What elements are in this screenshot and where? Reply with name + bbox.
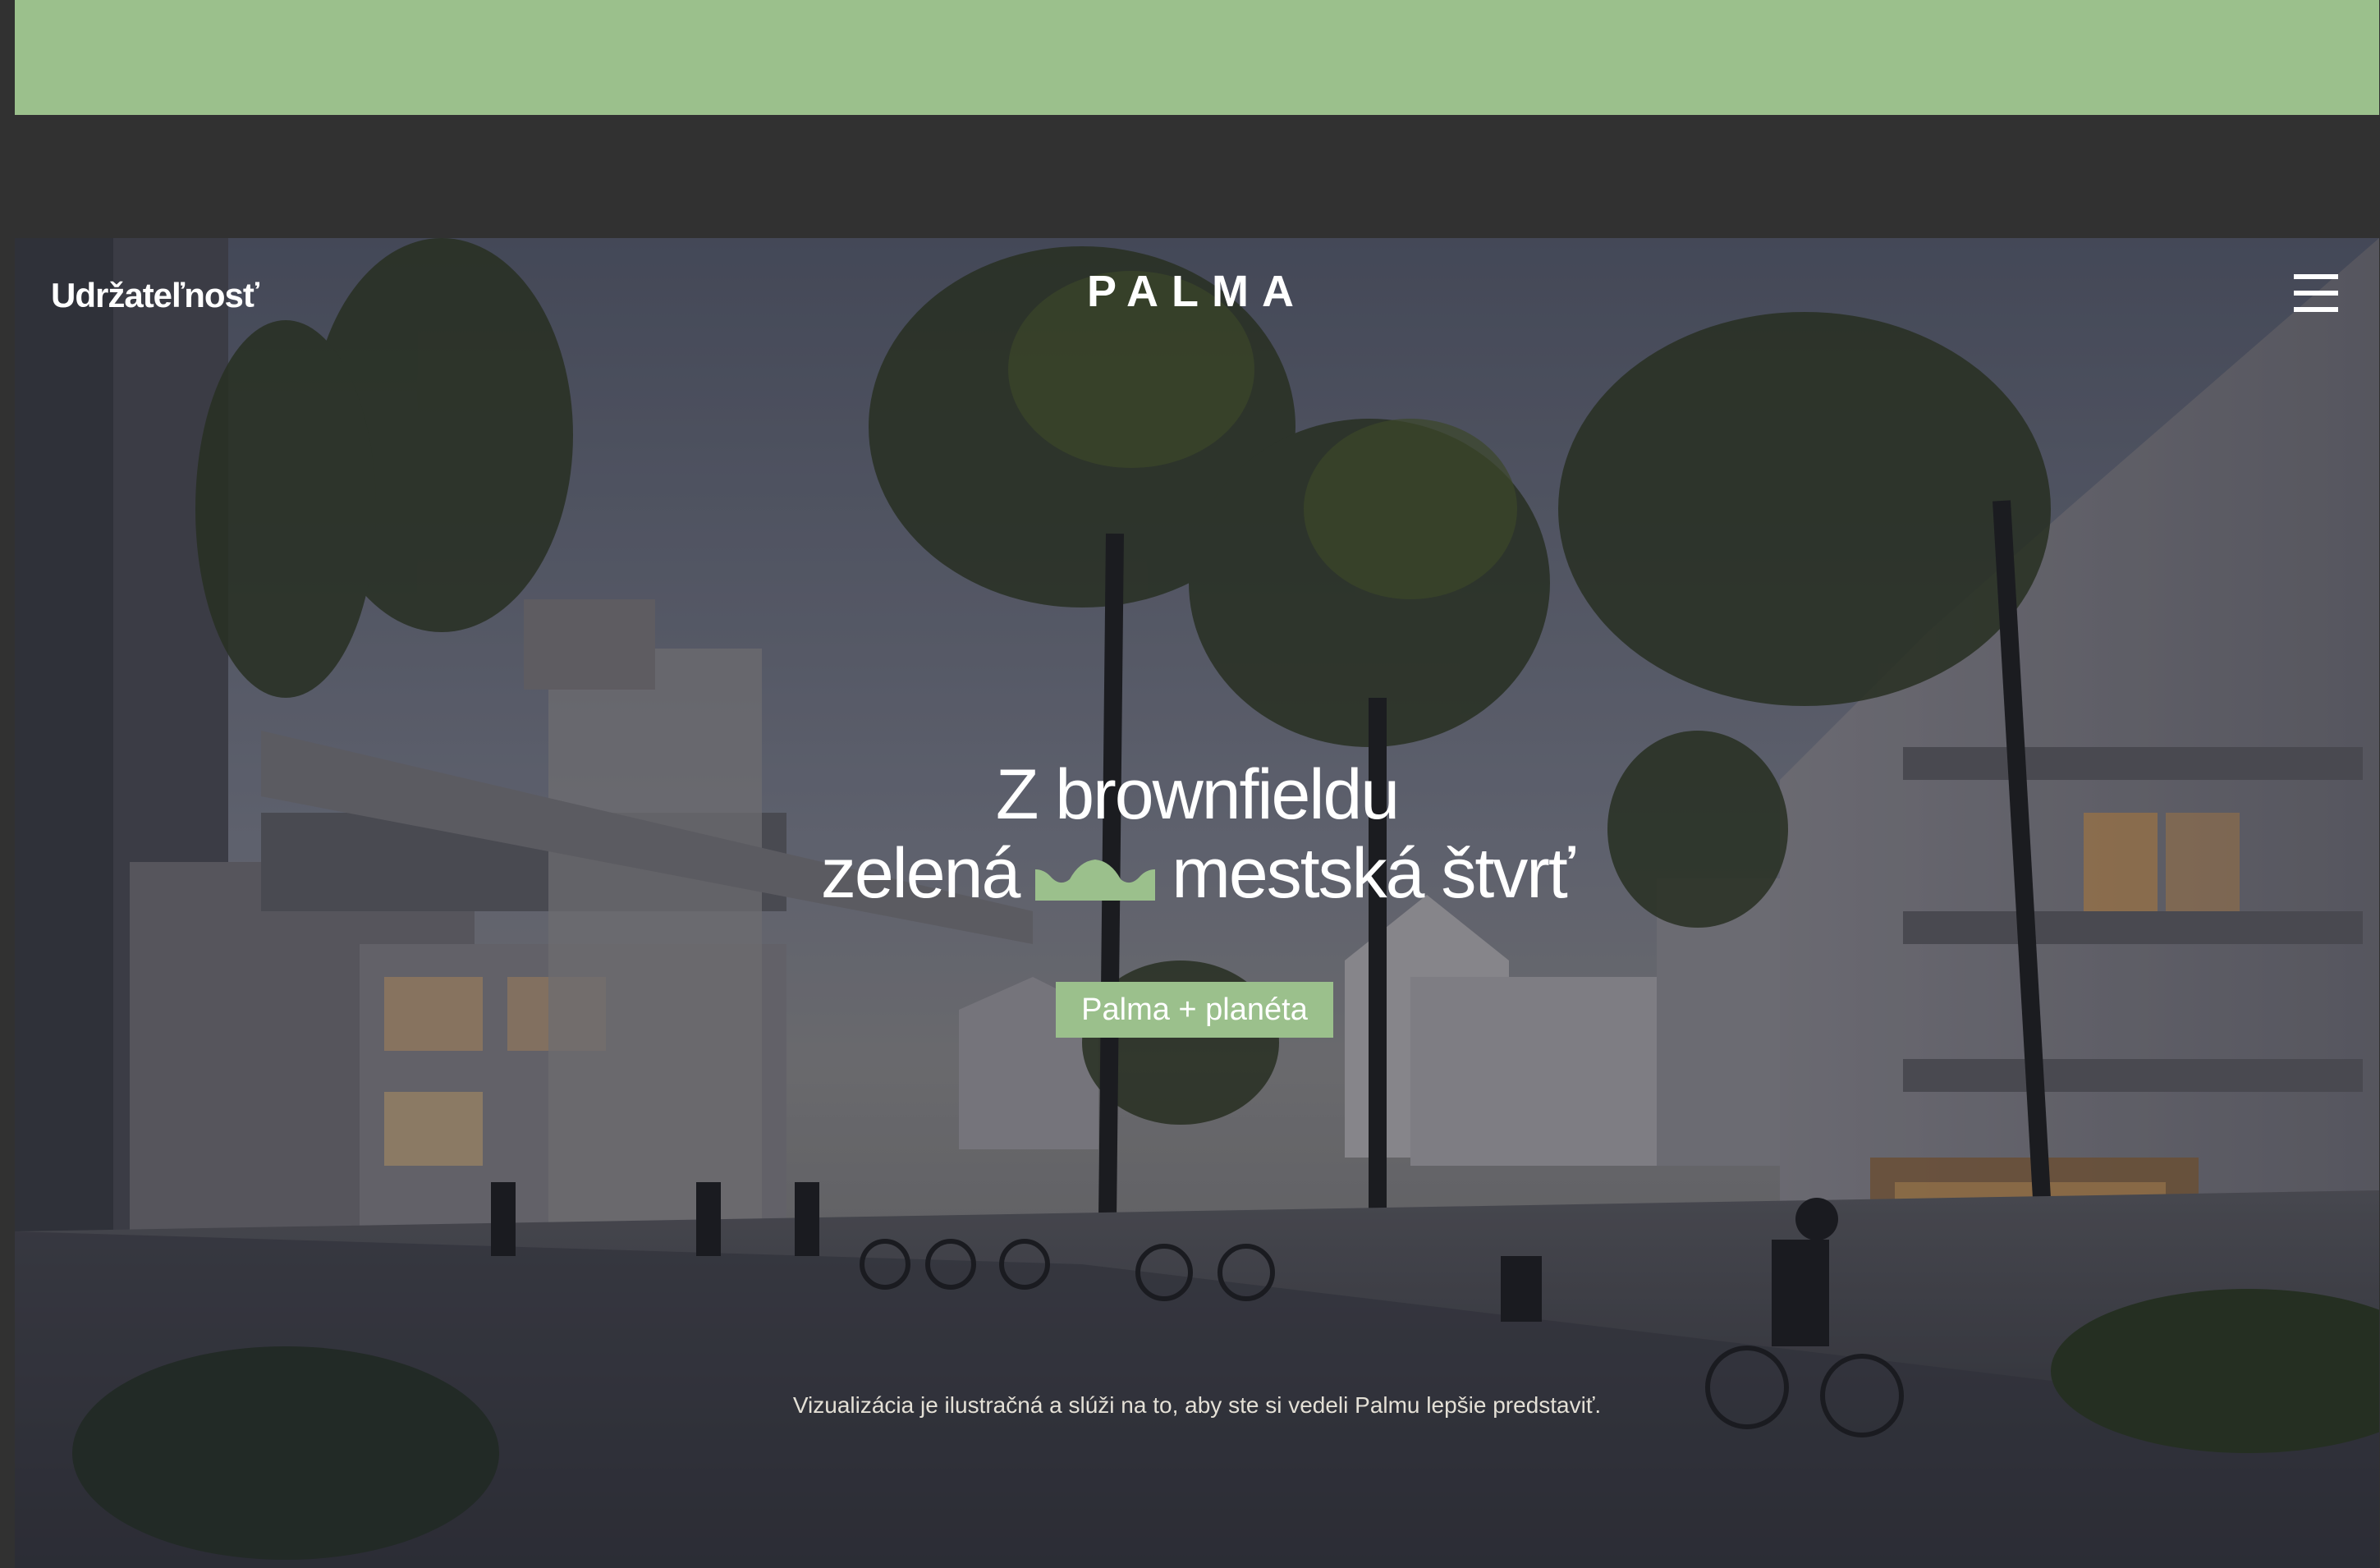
hamburger-menu-icon[interactable]: [2294, 274, 2338, 312]
headline-word-green: zelená: [820, 834, 1020, 913]
green-hills-icon: [1035, 860, 1156, 901]
headline-city-district: mestská štvrť: [1172, 834, 1575, 913]
visualization-disclaimer: Vizualizácia je ilustračná a slúži na to…: [792, 1392, 1602, 1418]
headline-line-1: Z brownfieldu: [995, 755, 1400, 834]
hero-headline: Z brownfieldu zelená mestská štvrť: [15, 755, 2379, 913]
hero-section: Udržateľnosť PALMA Z brownfieldu zelená m…: [15, 238, 2379, 1568]
headline-line-2: zelená mestská štvrť: [15, 834, 2379, 913]
palma-planet-button[interactable]: Palma + planéta: [1056, 982, 1333, 1038]
top-green-banner: [15, 0, 2379, 115]
nav-link-sustainability[interactable]: Udržateľnosť: [51, 276, 259, 315]
